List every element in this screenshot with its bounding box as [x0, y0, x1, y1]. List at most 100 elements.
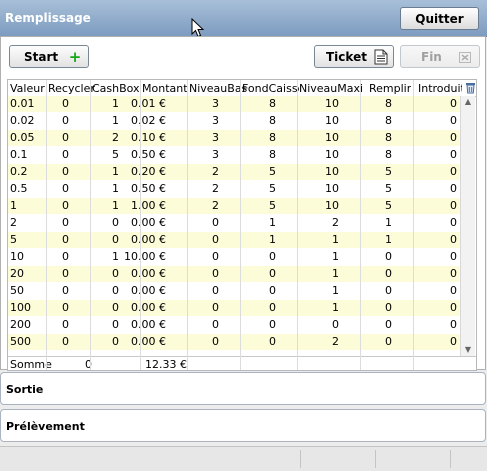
status-separator	[300, 450, 301, 468]
grid-divider	[187, 80, 188, 370]
cell-remplir: 0	[385, 284, 392, 297]
cell-niveaubas: 0	[212, 233, 219, 246]
scroll-down-arrow[interactable]: ▼	[464, 346, 472, 354]
column-header-montant[interactable]: Montant	[142, 82, 188, 95]
section-sortie[interactable]: Sortie	[0, 372, 486, 405]
table-row[interactable]: 0.2 0 1 0.20 € 2 5 10 5 0	[8, 164, 460, 180]
column-header-niveaumaxi[interactable]: NiveauMaxi	[299, 82, 363, 95]
cell-fondcaisse: 0	[269, 267, 276, 280]
scroll-up-arrow[interactable]: ▲	[464, 98, 472, 106]
table-row[interactable]: 20 0 0 0.00 € 0 0 1 0 0	[8, 266, 460, 282]
cell-remplir: 0	[385, 318, 392, 331]
cell-remplir: 0	[385, 267, 392, 280]
cell-valeur: 50	[10, 284, 24, 297]
cell-cashbox: 0	[112, 335, 119, 348]
cell-valeur: 0.02	[10, 114, 35, 127]
cell-remplir: 8	[385, 131, 392, 144]
cell-recycler: 0	[62, 284, 69, 297]
section-title-sortie: Sortie	[6, 383, 44, 396]
cell-niveaumaxi: 10	[325, 131, 339, 144]
cell-cashbox: 0	[112, 233, 119, 246]
cell-fondcaisse: 0	[269, 284, 276, 297]
table-row[interactable]: 0.01 0 1 0.01 € 3 8 10 8 0	[8, 96, 460, 112]
cell-recycler: 0	[62, 335, 69, 348]
column-header-cashbox[interactable]: CashBox	[92, 82, 140, 95]
table-row[interactable]: 100 0 0 0.00 €0 0 1 0 0	[8, 300, 460, 316]
table-row[interactable]: 1 0 1 1.00 €2 5 10 5 0	[8, 198, 460, 214]
cell-niveaumaxi: 1	[332, 267, 339, 280]
cell-niveaubas: 3	[212, 97, 219, 110]
cell-fondcaisse: 8	[269, 148, 276, 161]
cell-recycler: 0	[62, 182, 69, 195]
table-row[interactable]: 500 0 0 0.00 € 0 0 2 0 0	[8, 334, 460, 350]
table-row[interactable]: 200 0 0 0.00 € 0 0 0 0 0	[8, 317, 460, 333]
column-header-valeur[interactable]: Valeur	[10, 82, 45, 95]
cell-niveaubas: 0	[212, 318, 219, 331]
summary-montant: 12.33 €	[145, 358, 187, 371]
ticket-icon	[374, 49, 388, 65]
cell-montant: 0.00 €	[131, 267, 166, 280]
cell-remplir: 8	[385, 148, 392, 161]
column-header-fondcaisse[interactable]: FondCaisse	[242, 82, 299, 95]
table-row[interactable]: 2 0 0 0.00 € 0 1 2 1 0	[8, 215, 460, 231]
summary-row: Somme 0 12.33 €	[8, 356, 476, 371]
cell-cashbox: 1	[112, 199, 119, 212]
cell-remplir: 8	[385, 114, 392, 127]
cell-cashbox: 1	[112, 114, 119, 127]
cell-fondcaisse: 8	[269, 131, 276, 144]
ticket-button[interactable]: Ticket	[314, 45, 394, 68]
cell-niveaumaxi: 1	[332, 284, 339, 297]
cell-valeur: 2	[10, 216, 17, 229]
cell-recycler: 0	[62, 267, 69, 280]
cell-introduit: 0	[450, 114, 457, 127]
cell-niveaubas: 2	[212, 182, 219, 195]
table-row[interactable]: 5 0 0 0.00 € 0 1 1 1 0	[8, 232, 460, 248]
cell-introduit: 0	[450, 216, 457, 229]
section-prelevement[interactable]: Prélèvement	[0, 409, 486, 442]
cell-montant: 10.00 €	[124, 250, 166, 263]
table-row[interactable]: 0.5 0 1 0.50 € 2 5 10 5 0	[8, 181, 460, 197]
cell-remplir: 5	[385, 182, 392, 195]
cell-introduit: 0	[450, 148, 457, 161]
fin-button-label: Fin	[421, 50, 442, 64]
column-header-niveaubas[interactable]: NiveauBas	[189, 82, 247, 95]
table-row[interactable]: 0.02 0 1 0.02 € 3 8 10 8 0	[8, 113, 460, 129]
quit-button[interactable]: Quitter	[400, 7, 479, 30]
trash-icon[interactable]	[465, 82, 476, 94]
cell-montant: 0.00 €	[131, 284, 166, 297]
mouse-cursor-icon	[191, 18, 205, 38]
cell-niveaubas: 3	[212, 148, 219, 161]
cell-montant: 1.00 €	[131, 199, 166, 212]
cell-montant: 0.10 €	[131, 131, 166, 144]
cell-montant: 0.00 €	[131, 301, 166, 314]
start-button-label: Start	[24, 50, 59, 64]
remplissage-grid[interactable]: Valeur Recycler CashBox Montant NiveauBa…	[7, 79, 477, 371]
table-row[interactable]: 0.1 0 5 0.50 € 3 8 10 8 0	[8, 147, 460, 163]
cell-montant: 0.00 €	[131, 233, 166, 246]
column-header-recycler[interactable]: Recycler	[48, 82, 95, 95]
cell-introduit: 0	[450, 250, 457, 263]
cell-introduit: 0	[450, 318, 457, 331]
cell-introduit: 0	[450, 182, 457, 195]
fin-button[interactable]: Fin	[400, 45, 480, 68]
cell-cashbox: 2	[112, 131, 119, 144]
cell-recycler: 0	[62, 165, 69, 178]
grid-divider	[90, 80, 91, 370]
grid-divider	[297, 80, 298, 370]
column-header-introduit[interactable]: Introduit	[418, 82, 462, 95]
cell-fondcaisse: 8	[269, 114, 276, 127]
cell-valeur: 100	[10, 301, 31, 314]
cell-introduit: 0	[450, 97, 457, 110]
grid-scrollbar[interactable]: ▲ ▼	[460, 96, 475, 356]
cell-recycler: 0	[62, 216, 69, 229]
cell-niveaubas: 0	[212, 301, 219, 314]
table-row[interactable]: 10 0 1 10.00 €0 0 1 0 0	[8, 249, 460, 265]
table-row[interactable]: 0.05 0 2 0.10 € 3 8 10 8 0	[8, 130, 460, 146]
column-header-remplir[interactable]: Remplir	[369, 82, 411, 95]
table-row[interactable]: 50 0 0 0.00 € 0 0 1 0 0	[8, 283, 460, 299]
cell-remplir: 0	[385, 335, 392, 348]
cell-niveaubas: 0	[212, 335, 219, 348]
cell-valeur: 20	[10, 267, 24, 280]
start-button[interactable]: Start +	[9, 45, 89, 68]
cell-recycler: 0	[62, 148, 69, 161]
